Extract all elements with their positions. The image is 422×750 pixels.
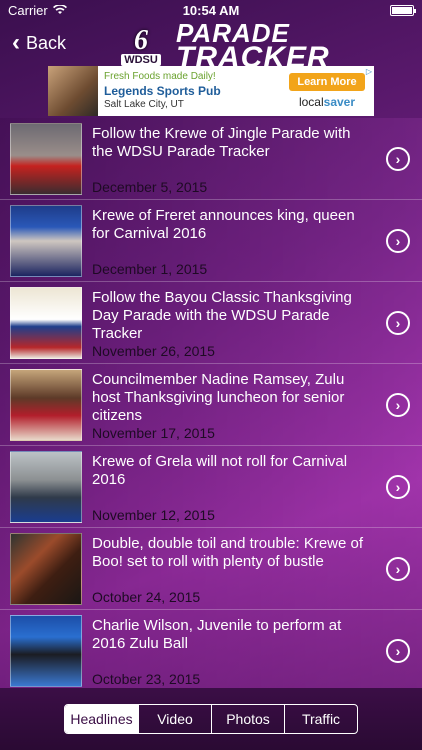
article-date: November 17, 2015 — [92, 424, 215, 441]
clock: 10:54 AM — [182, 2, 240, 18]
ad-image — [48, 66, 98, 116]
ad-tagline: Fresh Foods made Daily! — [104, 71, 216, 82]
tab-traffic[interactable]: Traffic — [284, 705, 357, 733]
carrier-label: Carrier — [8, 2, 48, 18]
article-thumbnail — [10, 614, 82, 687]
tab-video[interactable]: Video — [138, 705, 211, 733]
battery-icon — [390, 4, 416, 16]
ad-location: Salt Lake City, UT — [104, 98, 184, 110]
ad-brand: localsaver — [299, 95, 355, 109]
article-thumbnail — [10, 450, 82, 523]
bottom-tab-bar: Headlines Video Photos Traffic — [0, 688, 422, 750]
chevron-right-icon[interactable]: › — [386, 146, 410, 171]
parade-tracker-logo: 6 WDSU PARADE TRACKER — [112, 20, 330, 73]
article-title: Krewe of Freret announces king, queen fo… — [92, 206, 355, 242]
tab-headlines[interactable]: Headlines — [65, 705, 138, 733]
tab-photos[interactable]: Photos — [211, 705, 284, 733]
article-title: Charlie Wilson, Juvenile to perform at 2… — [92, 616, 342, 652]
article-title: Krewe of Grela will not roll for Carniva… — [92, 452, 348, 488]
article-date: November 12, 2015 — [92, 506, 215, 523]
article-thumbnail — [10, 286, 82, 359]
article-thumbnail — [10, 204, 82, 277]
back-label: Back — [26, 32, 67, 53]
article-date: October 24, 2015 — [92, 588, 201, 605]
navigation-bar: ‹ Back 6 WDSU PARADE TRACKER — [0, 20, 422, 73]
chevron-right-icon[interactable]: › — [386, 228, 410, 253]
headline-list: Follow the Krewe of Jingle Parade with t… — [0, 118, 422, 692]
ad-brand-b: saver — [323, 95, 356, 109]
adchoices-icon[interactable]: ▷ — [366, 67, 372, 76]
article-date: December 5, 2015 — [92, 178, 208, 195]
list-item[interactable]: Charlie Wilson, Juvenile to perform at 2… — [0, 610, 422, 692]
wifi-icon — [52, 3, 67, 18]
article-date: December 1, 2015 — [92, 260, 208, 277]
article-date: October 23, 2015 — [92, 670, 201, 687]
chevron-right-icon[interactable]: › — [386, 392, 410, 417]
article-date: November 26, 2015 — [92, 342, 215, 359]
chevron-right-icon[interactable]: › — [386, 638, 410, 663]
article-thumbnail — [10, 122, 82, 195]
segmented-control: Headlines Video Photos Traffic — [64, 704, 358, 734]
list-item[interactable]: Follow the Bayou Classic Thanksgiving Da… — [0, 282, 422, 364]
list-item[interactable]: Councilmember Nadine Ramsey, Zulu host T… — [0, 364, 422, 446]
list-item[interactable]: Krewe of Grela will not roll for Carniva… — [0, 446, 422, 528]
list-item[interactable]: Follow the Krewe of Jingle Parade with t… — [0, 118, 422, 200]
logo-channel-number: 6 — [134, 24, 148, 56]
ad-business-name: Legends Sports Pub — [104, 83, 221, 98]
article-thumbnail — [10, 532, 82, 605]
article-title: Double, double toil and trouble: Krewe o… — [92, 534, 364, 570]
logo-station: WDSU — [121, 53, 161, 66]
back-button[interactable]: ‹ Back — [0, 31, 66, 55]
article-title: Follow the Krewe of Jingle Parade with t… — [92, 124, 351, 160]
chevron-right-icon[interactable]: › — [386, 310, 410, 335]
learn-more-button[interactable]: Learn More — [289, 73, 365, 91]
article-title: Follow the Bayou Classic Thanksgiving Da… — [92, 288, 352, 342]
status-bar: Carrier 10:54 AM — [0, 0, 422, 20]
ad-banner[interactable]: Fresh Foods made Daily! Legends Sports P… — [48, 66, 374, 116]
chevron-left-icon: ‹ — [12, 29, 20, 56]
chevron-right-icon[interactable]: › — [386, 474, 410, 499]
wdsu-logo: 6 WDSU — [112, 26, 170, 68]
chevron-right-icon[interactable]: › — [386, 556, 410, 581]
article-thumbnail — [10, 368, 82, 441]
article-title: Councilmember Nadine Ramsey, Zulu host T… — [92, 370, 345, 424]
ad-brand-a: local — [298, 95, 324, 109]
list-item[interactable]: Double, double toil and trouble: Krewe o… — [0, 528, 422, 610]
list-item[interactable]: Krewe of Freret announces king, queen fo… — [0, 200, 422, 282]
